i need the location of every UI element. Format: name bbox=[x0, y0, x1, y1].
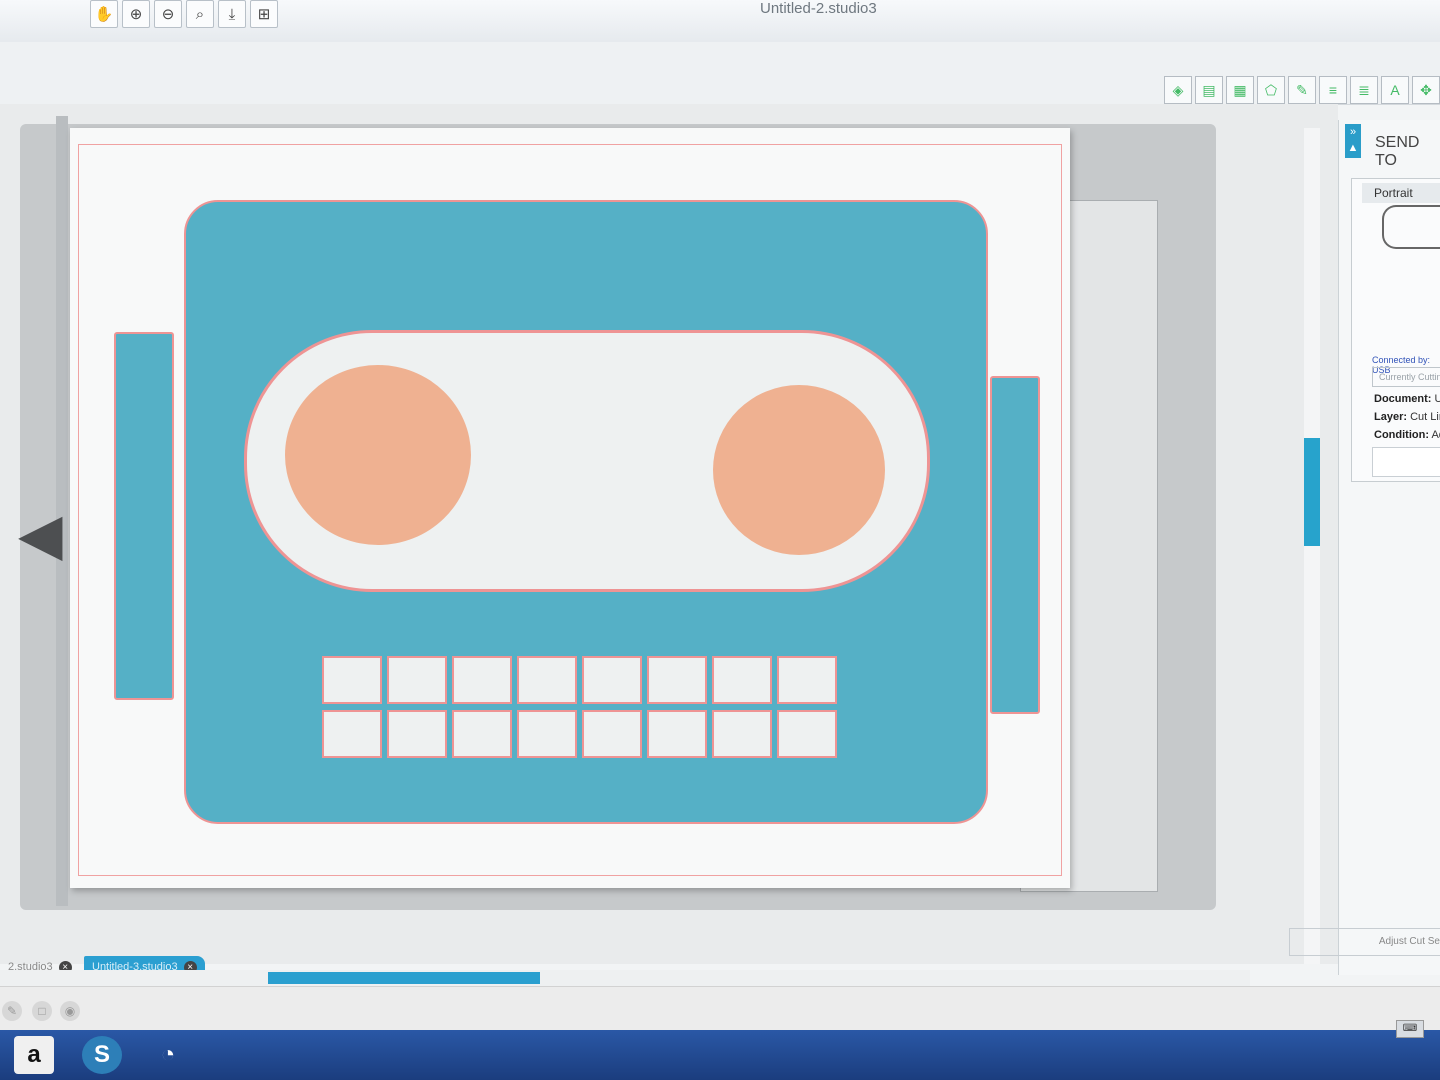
line-style-icon[interactable]: ≣ bbox=[1350, 76, 1378, 104]
layer-label: Layer: bbox=[1374, 411, 1408, 423]
zoom-select-icon[interactable]: ⌕ bbox=[186, 0, 214, 28]
document-info: Document: Un bbox=[1374, 393, 1440, 405]
fill-color-icon[interactable]: ◈ bbox=[1164, 76, 1192, 104]
robot-left-ear[interactable] bbox=[114, 332, 174, 700]
robot-tooth[interactable] bbox=[517, 710, 577, 758]
silhouette-studio-icon[interactable]: S bbox=[82, 1036, 122, 1074]
robot-tooth[interactable] bbox=[322, 656, 382, 704]
robot-tooth[interactable] bbox=[777, 710, 837, 758]
horizontal-scrollbar[interactable] bbox=[0, 970, 1250, 986]
load-direction-arrow-icon: ◀ bbox=[18, 502, 63, 567]
gradient-icon[interactable]: ▤ bbox=[1195, 76, 1223, 104]
vertical-scroll-thumb[interactable] bbox=[1304, 438, 1320, 546]
robot-tooth[interactable] bbox=[582, 656, 642, 704]
transform-icon[interactable]: ✥ bbox=[1412, 76, 1440, 104]
fit-page-icon[interactable]: ⤓ bbox=[218, 0, 246, 28]
status-bar: ✎ □ ◉ bbox=[0, 986, 1440, 1031]
pan-hand-icon[interactable]: ✋ bbox=[90, 0, 118, 28]
horizontal-scroll-thumb[interactable] bbox=[268, 972, 540, 984]
robot-tooth[interactable] bbox=[712, 656, 772, 704]
robot-left-eye[interactable] bbox=[285, 365, 471, 545]
taskbar: a S ◔ ⌨ bbox=[0, 1020, 1440, 1080]
robot-tooth[interactable] bbox=[777, 656, 837, 704]
line-color-icon[interactable]: ≡ bbox=[1319, 76, 1347, 104]
robot-head[interactable] bbox=[184, 200, 988, 824]
adjust-cut-settings-button[interactable]: Adjust Cut Se bbox=[1289, 928, 1440, 956]
sketch-icon[interactable]: ✎ bbox=[1288, 76, 1316, 104]
condition-label: Condition: bbox=[1374, 429, 1429, 441]
settings-icon[interactable]: ◉ bbox=[60, 1001, 80, 1021]
send-panel: » ▲ SEND TO Portrait Connected by: USB Cu… bbox=[1289, 120, 1440, 975]
panel-title: SEND TO bbox=[1375, 134, 1420, 169]
condition-value: Adh bbox=[1431, 429, 1440, 441]
robot-tooth[interactable] bbox=[322, 710, 382, 758]
robot-tooth[interactable] bbox=[517, 656, 577, 704]
document-label: Document: bbox=[1374, 393, 1432, 405]
robot-tooth[interactable] bbox=[712, 710, 772, 758]
title-bar: ✋ ⊕ ⊖ ⌕ ⤓ ⊞ Untitled-2.studio3 bbox=[0, 0, 1440, 43]
robot-tooth[interactable] bbox=[452, 710, 512, 758]
keyboard-icon[interactable]: ⌨ bbox=[1396, 1020, 1424, 1038]
browser-icon[interactable]: ◔ bbox=[148, 1036, 188, 1074]
folder-icon[interactable]: □ bbox=[32, 1001, 52, 1021]
pattern-icon[interactable]: ▦ bbox=[1226, 76, 1254, 104]
robot-tooth[interactable] bbox=[647, 656, 707, 704]
vertical-scrollbar[interactable] bbox=[1304, 128, 1320, 964]
amazon-icon[interactable]: a bbox=[14, 1036, 54, 1074]
document-value: Un bbox=[1434, 393, 1440, 405]
robot-right-eye[interactable] bbox=[713, 385, 885, 555]
zoom-in-icon[interactable]: ⊕ bbox=[122, 0, 150, 28]
robot-tooth[interactable] bbox=[452, 656, 512, 704]
shape-icon[interactable]: ⬠ bbox=[1257, 76, 1285, 104]
window-title: Untitled-2.studio3 bbox=[760, 0, 877, 17]
zoom-out-icon[interactable]: ⊖ bbox=[154, 0, 182, 28]
cutter-device-icon bbox=[1382, 205, 1440, 249]
zoom-toolbar: ✋ ⊕ ⊖ ⌕ ⤓ ⊞ bbox=[90, 0, 278, 28]
workspace[interactable]: ◀ bbox=[0, 104, 1338, 964]
collapse-panel-button[interactable]: » ▲ bbox=[1345, 124, 1361, 158]
layer-value: Cut Line bbox=[1410, 411, 1440, 423]
condition-info: Condition: Adh bbox=[1374, 429, 1440, 441]
robot-teeth bbox=[322, 656, 842, 764]
robot-tooth[interactable] bbox=[582, 710, 642, 758]
send-settings-box: Portrait Connected by: USB Currently Cut… bbox=[1351, 178, 1440, 482]
robot-tooth[interactable] bbox=[647, 710, 707, 758]
robot-tooth[interactable] bbox=[387, 710, 447, 758]
tab-portrait[interactable]: Portrait bbox=[1362, 183, 1440, 203]
send-options-field[interactable] bbox=[1372, 447, 1440, 477]
text-style-icon[interactable]: A bbox=[1381, 76, 1409, 104]
robot-right-ear[interactable] bbox=[990, 376, 1040, 714]
robot-tooth[interactable] bbox=[387, 656, 447, 704]
fit-window-icon[interactable]: ⊞ bbox=[250, 0, 278, 28]
cutting-status: Currently Cutting bbox=[1372, 367, 1440, 387]
pencil-icon[interactable]: ✎ bbox=[2, 1001, 22, 1021]
design-page[interactable] bbox=[70, 128, 1070, 888]
robot-visor[interactable] bbox=[244, 330, 930, 592]
layer-info: Layer: Cut Line bbox=[1374, 411, 1440, 423]
